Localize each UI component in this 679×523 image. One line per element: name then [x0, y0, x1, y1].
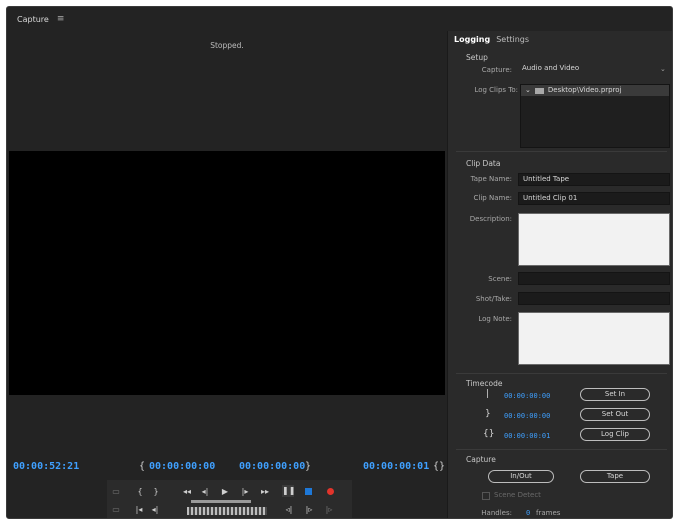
out-bracket-icon: }	[305, 461, 312, 472]
duration-bracket-icon: {}	[433, 461, 446, 472]
panel-tabs: Logging Settings	[448, 31, 672, 47]
out-point-timecode[interactable]: 00:00:00:00	[239, 461, 305, 472]
previous-scene-icon[interactable]: ▭	[111, 486, 121, 498]
project-path: Desktop\Video.prproj	[547, 86, 622, 94]
clip-name-label: Clip Name:	[473, 194, 512, 202]
step-back-button[interactable]: ◂|	[199, 486, 211, 498]
next-scene-icon[interactable]: ▭	[111, 504, 121, 516]
tab-settings[interactable]: Settings	[496, 35, 529, 44]
set-out-button[interactable]: Set Out	[580, 408, 650, 421]
handles-value[interactable]: 0	[526, 509, 530, 517]
goto-out-button[interactable]: ◂|	[149, 504, 161, 516]
divider	[456, 449, 667, 450]
clip-name-field[interactable]: Untitled Clip 01	[518, 192, 670, 205]
handles-unit: frames	[536, 509, 561, 517]
stop-button[interactable]	[305, 488, 312, 495]
play-button[interactable]: ▶	[219, 486, 231, 498]
jog-control[interactable]	[187, 507, 267, 515]
record-button[interactable]	[327, 488, 334, 495]
forward-slow-button[interactable]: |▹	[303, 504, 315, 516]
step-forward-button[interactable]: |▸	[239, 486, 251, 498]
log-note-label: Log Note:	[478, 315, 512, 323]
duration-icon: {}	[483, 429, 495, 439]
folder-icon	[534, 87, 544, 94]
out-point-icon: }	[485, 409, 491, 419]
rewind-button[interactable]: ◂◂	[181, 486, 193, 498]
video-preview	[9, 151, 445, 395]
capture-tape-button[interactable]: Tape	[580, 470, 650, 483]
set-in-button[interactable]: Set In	[580, 388, 650, 401]
goto-in-button[interactable]: |◂	[133, 504, 145, 516]
duration-timecode-field[interactable]: 00:00:00:01	[504, 432, 550, 440]
shuttle-slider[interactable]	[191, 500, 251, 503]
scene-detect-checkbox[interactable]	[482, 492, 490, 500]
scene-label: Scene:	[488, 275, 512, 283]
capture-select[interactable]: Audio and Video	[518, 63, 670, 76]
description-field[interactable]	[518, 213, 670, 266]
tape-name-field[interactable]: Untitled Tape	[518, 173, 670, 186]
mark-in-button[interactable]: {	[135, 486, 145, 498]
log-clip-button[interactable]: Log Clip	[580, 428, 650, 441]
pause-icon: ❚❚	[282, 486, 296, 495]
pause-button[interactable]: ❚❚	[282, 485, 296, 497]
capture-window: Capture ≡ Stopped. 00:00:52:21 { 00:00:0…	[6, 6, 673, 519]
out-timecode[interactable]: 00:00:00:00	[504, 412, 550, 420]
in-point-icon: |	[486, 389, 490, 399]
capture-in-out-button[interactable]: In/Out	[488, 470, 554, 483]
scene-search-button[interactable]: |▹	[323, 504, 335, 516]
shot-take-field[interactable]	[518, 292, 670, 305]
shot-take-label: Shot/Take:	[475, 295, 512, 303]
tab-logging[interactable]: Logging	[454, 35, 490, 44]
duration-timecode[interactable]: 00:00:00:01	[363, 461, 429, 472]
status-text: Stopped.	[210, 41, 244, 50]
current-timecode[interactable]: 00:00:52:21	[13, 461, 79, 472]
capture-monitor: Stopped. 00:00:52:21 { 00:00:00:00 00:00…	[7, 31, 447, 518]
timecode-heading: Timecode	[466, 379, 503, 388]
description-label: Description:	[469, 215, 512, 223]
handles-label: Handles:	[481, 509, 512, 517]
in-timecode[interactable]: 00:00:00:00	[504, 392, 550, 400]
panel-header: Capture ≡	[7, 7, 672, 31]
fast-forward-button[interactable]: ▸▸	[259, 486, 271, 498]
capture-label: Capture:	[481, 66, 512, 74]
divider	[456, 151, 667, 152]
tape-name-label: Tape Name:	[470, 175, 512, 183]
in-bracket-icon: {	[139, 461, 146, 472]
capture-heading: Capture	[466, 455, 496, 464]
log-clips-tree[interactable]: ⌄ Desktop\Video.prproj	[520, 84, 670, 148]
scene-detect-label: Scene Detect	[494, 491, 541, 499]
rewind-slow-button[interactable]: ◃|	[283, 504, 295, 516]
log-clips-label: Log Clips To:	[474, 86, 518, 94]
chevron-down-icon: ⌄	[660, 65, 666, 73]
scene-field[interactable]	[518, 272, 670, 285]
chevron-down-icon[interactable]: ⌄	[525, 85, 531, 96]
divider	[456, 373, 667, 374]
setup-heading: Setup	[466, 53, 488, 62]
hamburger-icon[interactable]: ≡	[57, 14, 65, 24]
mark-out-button[interactable]: }	[151, 486, 161, 498]
log-note-field[interactable]	[518, 312, 670, 365]
transport-controls: ▭ { } ◂◂ ◂| ▶ |▸ ▸▸ ❚❚ ▭ |◂ ◂| ◃| |▹ |▹	[107, 480, 352, 518]
clip-data-heading: Clip Data	[466, 159, 501, 168]
panel-title: Capture	[17, 14, 49, 24]
logging-panel: Logging Settings Setup Capture: Audio an…	[447, 31, 672, 518]
in-point-timecode[interactable]: 00:00:00:00	[149, 461, 215, 472]
